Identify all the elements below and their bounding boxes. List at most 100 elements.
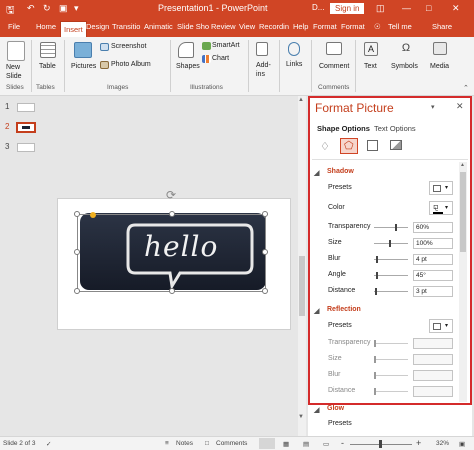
links-icon[interactable] — [288, 42, 300, 56]
tab-slide-show[interactable]: Slide Sho — [177, 22, 209, 31]
slider-thumb[interactable] — [374, 372, 376, 379]
tab-text-options[interactable]: Text Options — [374, 124, 416, 133]
media-button[interactable]: Media — [430, 63, 449, 70]
reflection-distance-slider[interactable] — [374, 391, 408, 392]
resize-handle[interactable] — [169, 288, 175, 294]
account-initial[interactable]: D... — [312, 3, 324, 12]
spellcheck-icon[interactable]: ✓ — [46, 440, 51, 448]
slider-thumb[interactable] — [395, 224, 397, 231]
slider-thumb[interactable] — [374, 356, 376, 363]
shadow-transparency-field[interactable]: 60% — [413, 222, 453, 233]
redo-icon[interactable]: ↻ — [43, 3, 51, 14]
reflection-transparency-field[interactable] — [413, 338, 453, 349]
collapse-ribbon-icon[interactable]: ⌃ — [463, 84, 469, 92]
minimize-icon[interactable]: — — [402, 3, 411, 13]
addins-icon[interactable] — [256, 42, 268, 56]
slider-thumb[interactable] — [375, 288, 377, 295]
resize-handle[interactable] — [262, 288, 268, 294]
tab-recording[interactable]: Recordin — [259, 22, 289, 31]
resize-handle[interactable] — [74, 249, 80, 255]
reflection-presets-picker[interactable]: ▾ — [429, 319, 453, 333]
vertical-scrollbar[interactable]: ▲ ▼ — [298, 96, 306, 436]
smartart-button[interactable]: SmartArt — [212, 42, 240, 49]
tab-view[interactable]: View — [239, 22, 255, 31]
close-icon[interactable]: ✕ — [452, 3, 460, 14]
resize-handle[interactable] — [262, 211, 268, 217]
zoom-slider-thumb[interactable] — [379, 440, 382, 448]
zoom-in-icon[interactable]: + — [416, 438, 421, 448]
tab-design[interactable]: Design — [86, 22, 109, 31]
tab-format-picture[interactable]: Format — [341, 22, 365, 31]
reflection-distance-field[interactable] — [413, 386, 453, 397]
shadow-blur-field[interactable]: 4 pt — [413, 254, 453, 265]
fill-line-icon[interactable]: ♢ — [320, 140, 330, 153]
resize-handle[interactable] — [262, 249, 268, 255]
customize-qat-icon[interactable]: ▾ — [74, 3, 79, 14]
maximize-icon[interactable]: □ — [426, 3, 431, 13]
fit-to-window-icon[interactable]: ▣ — [459, 440, 465, 448]
shadow-size-slider[interactable] — [374, 243, 408, 244]
slider-thumb[interactable] — [374, 388, 376, 395]
pane-scrollbar[interactable]: ▲ — [459, 162, 467, 402]
shadow-size-field[interactable]: 100% — [413, 238, 453, 249]
reflection-blur-slider[interactable] — [374, 375, 408, 376]
reflection-transparency-slider[interactable] — [374, 343, 408, 344]
reflection-collapse-icon[interactable]: ◢ — [314, 307, 319, 315]
adjust-handle[interactable] — [90, 212, 96, 218]
notes-button[interactable]: Notes — [176, 440, 193, 447]
undo-icon[interactable]: ↶ — [27, 3, 35, 14]
slide-thumbnail-1[interactable] — [17, 103, 35, 112]
shadow-distance-field[interactable]: 3 pt — [413, 286, 453, 297]
slide-sorter-icon[interactable]: ▦ — [283, 440, 289, 448]
shadow-presets-picker[interactable]: ▾ — [429, 181, 453, 195]
symbols-icon[interactable]: Ω — [399, 41, 413, 55]
media-icon[interactable] — [433, 42, 447, 55]
comments-button[interactable]: Comments — [216, 440, 247, 447]
tab-format-shape[interactable]: Format — [313, 22, 337, 31]
shadow-angle-field[interactable]: 45° — [413, 270, 453, 281]
sign-in-button[interactable]: Sign in — [330, 3, 365, 14]
tab-review[interactable]: Review — [211, 22, 236, 31]
tab-file[interactable]: File — [8, 22, 20, 31]
tab-insert[interactable]: Insert — [60, 21, 87, 37]
comment-icon[interactable] — [326, 42, 342, 55]
slide-thumbnail-3[interactable] — [17, 143, 35, 152]
table-button[interactable]: Table — [39, 63, 56, 70]
shadow-collapse-icon[interactable]: ◢ — [314, 169, 319, 177]
slider-thumb[interactable] — [376, 256, 378, 263]
size-properties-icon[interactable] — [367, 140, 378, 151]
table-icon[interactable] — [40, 42, 56, 58]
picture-icon[interactable] — [390, 140, 402, 150]
zoom-out-icon[interactable]: - — [341, 438, 344, 448]
slider-thumb[interactable] — [376, 272, 378, 279]
normal-view-button[interactable] — [259, 438, 275, 449]
shadow-header[interactable]: Shadow — [327, 168, 354, 175]
tab-transitions[interactable]: Transitio — [112, 22, 140, 31]
rotate-handle-icon[interactable]: ⟳ — [166, 188, 176, 202]
text-icon[interactable]: A — [364, 42, 378, 56]
tab-animations[interactable]: Animatic — [144, 22, 173, 31]
shadow-blur-slider[interactable] — [374, 259, 408, 260]
photo-album-button[interactable]: Photo Album — [111, 61, 151, 68]
symbols-button[interactable]: Symbols — [391, 63, 418, 70]
tell-me-search[interactable]: Tell me — [388, 22, 412, 31]
present-icon[interactable]: ▣ — [59, 3, 68, 14]
shadow-color-picker[interactable]: ⚼ ▾ — [429, 201, 453, 215]
effects-tab[interactable]: ⬠ — [340, 138, 358, 154]
new-slide-icon[interactable] — [7, 41, 25, 61]
resize-handle[interactable] — [74, 211, 80, 217]
slider-thumb[interactable] — [374, 340, 376, 347]
text-button[interactable]: Text — [364, 63, 377, 70]
shapes-button[interactable]: Shapes — [176, 63, 200, 70]
pictures-button[interactable]: Pictures — [71, 63, 96, 70]
glow-collapse-icon[interactable]: ◢ — [314, 406, 319, 414]
shadow-distance-slider[interactable] — [374, 291, 408, 292]
tab-home[interactable]: Home — [36, 22, 56, 31]
slider-thumb[interactable] — [389, 240, 391, 247]
chart-button[interactable]: Chart — [212, 55, 229, 62]
links-button[interactable]: Links — [286, 61, 302, 68]
pane-close-icon[interactable]: ✕ — [456, 101, 464, 112]
slide-thumbnail-2[interactable] — [16, 122, 36, 133]
resize-handle[interactable] — [74, 288, 80, 294]
share-button[interactable]: Share — [432, 22, 452, 31]
